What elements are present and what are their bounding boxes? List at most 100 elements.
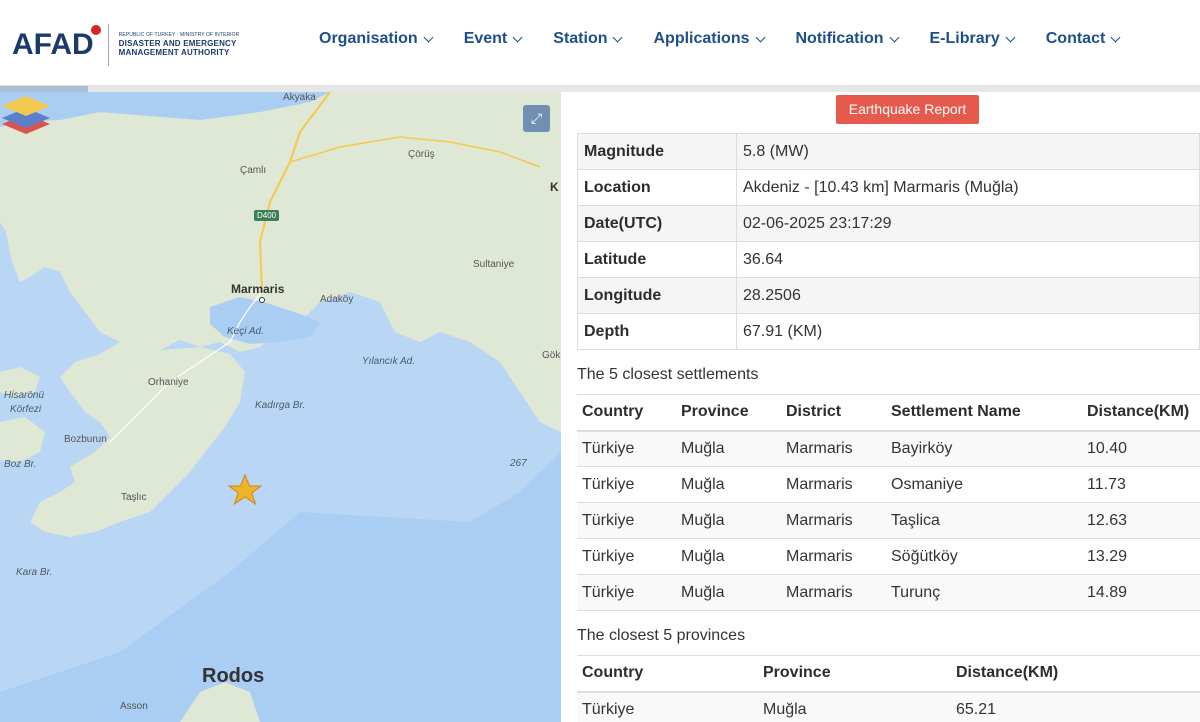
column-header: Distance(KM) xyxy=(951,655,1200,693)
chevron-down-icon xyxy=(755,32,765,42)
cell-settlement: Turunç xyxy=(886,574,1082,611)
layers-icon[interactable] xyxy=(0,92,52,136)
cell-settlement: Bayirköy xyxy=(886,430,1082,467)
label-orhaniye: Orhaniye xyxy=(148,377,189,388)
info-value: 67.91 (KM) xyxy=(736,313,1200,350)
cell-settlement: Osmaniye xyxy=(886,466,1082,503)
info-key: Latitude xyxy=(577,241,737,278)
info-value: 28.2506 xyxy=(736,277,1200,314)
column-header: Country xyxy=(577,655,758,693)
cell-country: Türkiye xyxy=(577,430,676,467)
cell-settlement: Taşlica xyxy=(886,502,1082,539)
chevron-down-icon xyxy=(1110,32,1121,42)
label-hisaronu: Hisarönü xyxy=(4,390,45,401)
settlements-title: The 5 closest settlements xyxy=(577,366,759,383)
cell-district: Marmaris xyxy=(781,574,886,611)
column-header: Distance(KM) xyxy=(1082,394,1200,432)
cell-district: Marmaris xyxy=(781,430,886,467)
table-row: Türkiye Muğla Marmaris Osmaniye 11.73 xyxy=(577,466,1200,503)
info-value: 36.64 xyxy=(736,241,1200,278)
nav-contact[interactable]: Contact xyxy=(1045,30,1121,48)
land-rhodes xyxy=(180,682,260,722)
info-value: 02-06-2025 23:17:29 xyxy=(736,205,1200,242)
table-row: Türkiye Muğla Marmaris Söğütköy 13.29 xyxy=(577,538,1200,575)
info-row-depth: Depth 67.91 (KM) xyxy=(577,313,1200,350)
label-depth-267: 267 xyxy=(510,458,527,469)
event-info-table: Magnitude 5.8 (MW) Location Akdeniz - [10.… xyxy=(577,133,1200,350)
label-camli: Çamlı xyxy=(240,165,267,176)
label-bozbr: Boz Br. xyxy=(4,459,37,470)
cell-settlement: Söğütköy xyxy=(886,538,1082,575)
chevron-down-icon xyxy=(613,32,623,42)
cell-distance: 13.29 xyxy=(1082,538,1200,575)
cell-country: Türkiye xyxy=(577,538,676,575)
provinces-title: The closest 5 provinces xyxy=(577,627,746,644)
nav-label: Event xyxy=(463,30,508,47)
cell-province: Muğla xyxy=(676,538,781,575)
cell-country: Türkiye xyxy=(577,466,676,503)
cell-distance: 11.73 xyxy=(1082,466,1200,503)
label-akyaka: Akyaka xyxy=(283,92,316,103)
site-header: AFAD REPUBLIC OF TURKEY · MINISTRY OF IN… xyxy=(0,0,1200,86)
nav-label: Station xyxy=(553,30,608,47)
table-header-row: Country Province District Settlement Nam… xyxy=(577,394,1200,432)
nav-e-library[interactable]: E-Library xyxy=(929,30,1016,48)
afad-logo[interactable]: AFAD REPUBLIC OF TURKEY · MINISTRY OF IN… xyxy=(12,22,239,68)
expand-icon[interactable]: ⤢ xyxy=(523,105,550,132)
table-row: Türkiye Muğla 65.21 xyxy=(577,691,1200,722)
nav-event[interactable]: Event xyxy=(463,30,523,48)
logo-wordmark: AFAD xyxy=(12,28,94,61)
nav-label: Applications xyxy=(653,30,750,47)
column-header: Province xyxy=(758,655,951,693)
label-sultaniye: Sultaniye xyxy=(473,259,515,270)
cell-province: Muğla xyxy=(758,691,951,722)
logo-divider xyxy=(107,24,109,66)
info-key: Date(UTC) xyxy=(577,205,737,242)
label-k: K xyxy=(550,180,559,194)
nav-label: E-Library xyxy=(929,30,1000,47)
table-row: Türkiye Muğla Marmaris Taşlica 12.63 xyxy=(577,502,1200,539)
info-key: Location xyxy=(577,169,737,206)
nav-label: Organisation xyxy=(319,30,418,47)
chevron-down-icon xyxy=(1005,32,1016,42)
info-row-location: Location Akdeniz - [10.43 km] Marmaris (M… xyxy=(577,169,1200,206)
nav-label: Contact xyxy=(1045,30,1106,47)
label-marmaris: Marmaris xyxy=(231,282,285,296)
settlements-table: Country Province District Settlement Nam… xyxy=(577,394,1200,611)
label-gok: Gök xyxy=(542,350,561,361)
label-keci: Keçi Ad. xyxy=(227,326,264,337)
logo-line-3: MANAGEMENT AUTHORITY xyxy=(118,47,230,57)
cell-district: Marmaris xyxy=(781,502,886,539)
label-karabr: Kara Br. xyxy=(16,567,53,578)
table-row: Türkiye Muğla Marmaris Turunç 14.89 xyxy=(577,574,1200,611)
road-d400-shield: D400 xyxy=(254,210,280,221)
table-row: Türkiye Muğla Marmaris Bayirköy 10.40 xyxy=(577,430,1200,467)
column-header: Settlement Name xyxy=(886,394,1082,432)
label-asson: Asson xyxy=(120,701,148,712)
logo-red-crescent-icon xyxy=(91,25,101,35)
cell-province: Muğla xyxy=(676,574,781,611)
info-key: Longitude xyxy=(577,277,737,314)
label-rodos: Rodos xyxy=(202,665,265,687)
cell-country: Türkiye xyxy=(577,691,758,722)
label-yilancik: Yılancık Ad. xyxy=(362,356,415,367)
info-value: 5.8 (MW) xyxy=(736,133,1200,170)
marmaris-dot-icon xyxy=(259,297,265,303)
info-row-magnitude: Magnitude 5.8 (MW) xyxy=(577,133,1200,170)
label-taslic: Taşlıc xyxy=(121,492,147,503)
earthquake-map[interactable]: Akyaka Çörüş Çamlı D400 Marmaris Adaköy … xyxy=(0,92,561,722)
nav-organisation[interactable]: Organisation xyxy=(319,30,434,48)
nav-station[interactable]: Station xyxy=(553,30,623,48)
logo-line-1: REPUBLIC OF TURKEY · MINISTRY OF INTERIO… xyxy=(118,31,240,38)
main-nav: Organisation Event Station Applications … xyxy=(319,30,1151,48)
nav-notification[interactable]: Notification xyxy=(796,30,899,48)
label-korfezi: Körfezi xyxy=(10,404,42,415)
label-kadirga: Kadırga Br. xyxy=(255,400,306,411)
info-row-longitude: Longitude 28.2506 xyxy=(577,277,1200,314)
earthquake-report-button[interactable]: Earthquake Report xyxy=(836,95,979,124)
cell-country: Türkiye xyxy=(577,502,676,539)
label-adakoy: Adaköy xyxy=(320,294,354,305)
logo-subtitle: REPUBLIC OF TURKEY · MINISTRY OF INTERIO… xyxy=(118,31,240,57)
info-key: Magnitude xyxy=(577,133,737,170)
nav-applications[interactable]: Applications xyxy=(653,30,765,48)
